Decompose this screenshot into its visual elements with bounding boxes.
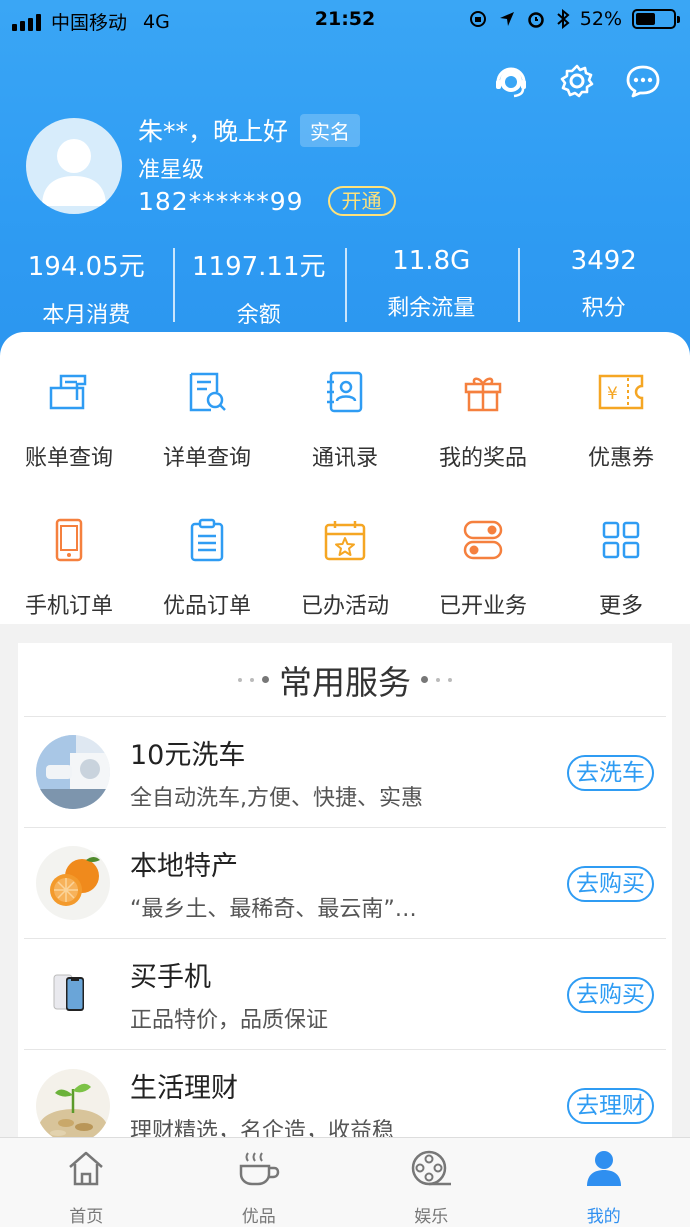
grid-item-label: 详单查询 (162, 446, 251, 471)
coffee-cup-icon (239, 1152, 280, 1186)
service-row-local-specialty[interactable]: 本地特产 “最乡土、最稀奇、最云南”… 去购买 (24, 828, 666, 939)
phone-order-icon (55, 518, 83, 562)
status-bar: 中国移动 4G 21:52 52% (0, 0, 690, 40)
tab-label: 优品 (241, 1207, 276, 1227)
grid-item-phone-orders[interactable]: 手机订单 (0, 516, 138, 664)
bottom-tab-bar: 首页 优品 娱乐 我的 (0, 1137, 690, 1227)
battery-percent: 52% (579, 8, 622, 30)
service-title: 本地特产 (130, 850, 238, 882)
grid-item-bill-query[interactable]: 账单查询 (0, 368, 138, 516)
service-desc: 正品特价，品质保证 (130, 1007, 329, 1033)
tab-label: 娱乐 (414, 1207, 449, 1227)
svg-text:¥: ¥ (607, 384, 618, 404)
grid-item-label: 通讯录 (311, 446, 378, 471)
message-bubble-icon[interactable] (624, 62, 662, 100)
stat-points[interactable]: 3492 积分 (517, 244, 690, 324)
grid-item-contacts[interactable]: 通讯录 (276, 368, 414, 516)
rotation-lock-icon (469, 11, 486, 27)
go-buy-specialty-button[interactable]: 去购买 (567, 866, 654, 902)
toggle-icon (463, 520, 503, 560)
grid-item-label: 优品订单 (162, 594, 251, 619)
go-car-wash-button[interactable]: 去洗车 (567, 755, 654, 791)
grid-item-label: 已办活动 (300, 594, 389, 619)
grid-more-icon (602, 521, 640, 559)
bill-icon (49, 374, 87, 410)
stat-monthly-spend[interactable]: 194.05元本月消费 (0, 244, 173, 328)
service-title: 10元洗车 (130, 739, 246, 771)
function-panel: 账单查询 详单查询 通讯录 我的奖品 ¥ 优惠券 手机订单 优品订单 已办活动 … (0, 332, 690, 624)
gift-icon (464, 377, 502, 412)
stat-label: 剩余流量 (387, 296, 476, 321)
real-name-badge: 实名 (300, 113, 361, 147)
user-level: 准星级 (138, 158, 205, 183)
service-title: 生活理财 (130, 1073, 238, 1104)
stat-value: 194.05元 (27, 252, 145, 282)
user-icon (586, 1151, 621, 1186)
service-desc: 全自动洗车,方便、快捷、实惠 (130, 785, 423, 811)
service-row-buy-phone[interactable]: 买手机 正品特价，品质保证 去购买 (24, 939, 666, 1050)
battery-icon (632, 9, 680, 29)
grid-item-label: 优惠券 (587, 446, 654, 471)
stat-remaining-data[interactable]: 11.8G 剩余流量 (345, 244, 518, 324)
tab-goods[interactable]: 优品 (173, 1138, 346, 1227)
avatar[interactable] (26, 118, 122, 214)
clipboard-icon (190, 518, 224, 562)
stat-value: 3492 (570, 246, 637, 276)
common-services-card: 常用服务 10元洗车 全自动洗车,方便、快捷、实惠 去洗车 本地特产 “最乡土、… (18, 643, 672, 1144)
tab-entertainment[interactable]: 娱乐 (345, 1138, 518, 1227)
service-title: 买手机 (130, 961, 211, 993)
services-title: 常用服务 (279, 662, 411, 702)
grid-item-label: 已开业务 (438, 594, 527, 619)
stat-value: 11.8G (392, 246, 471, 276)
car-wash-thumbnail (36, 735, 110, 809)
go-buy-phone-button[interactable]: 去购买 (567, 977, 654, 1013)
film-reel-icon (412, 1150, 452, 1186)
user-phone: 182******99 (138, 186, 304, 216)
service-desc: “最乡土、最稀奇、最云南”… (130, 896, 417, 922)
title-dots-right (421, 676, 452, 683)
home-icon (69, 1151, 104, 1186)
customer-service-icon[interactable] (492, 62, 530, 100)
contacts-icon (327, 371, 363, 413)
grid-item-label: 手机订单 (24, 594, 113, 619)
grid-item-label: 账单查询 (24, 446, 113, 471)
stat-label: 积分 (581, 296, 626, 321)
stat-value: 1197.11元 (191, 252, 326, 282)
grid-item-detail-query[interactable]: 详单查询 (138, 368, 276, 516)
grid-item-joined-activities[interactable]: 已办活动 (276, 516, 414, 664)
stat-balance[interactable]: 1197.11元余额 (172, 244, 346, 328)
grid-item-label: 我的奖品 (438, 446, 527, 471)
phone-thumbnail (36, 957, 110, 1031)
tab-mine[interactable]: 我的 (518, 1138, 690, 1227)
tab-label: 首页 (69, 1207, 104, 1227)
coupon-icon: ¥ (598, 374, 644, 410)
user-greeting: 朱**，晚上好 (138, 117, 289, 146)
alarm-icon (528, 12, 544, 28)
tab-label: 我的 (586, 1207, 621, 1227)
oranges-thumbnail (36, 846, 110, 920)
settings-gear-icon[interactable] (558, 62, 596, 100)
bluetooth-icon (557, 9, 570, 29)
location-icon (499, 12, 514, 26)
tab-home[interactable]: 首页 (0, 1138, 173, 1227)
go-finance-button[interactable]: 去理财 (567, 1088, 654, 1124)
grid-item-more[interactable]: 更多 (552, 516, 690, 664)
account-stats: 194.05元本月消费 1197.11元余额 11.8G 剩余流量 3492 积分 (0, 244, 690, 328)
open-button[interactable]: 开通 (327, 186, 396, 216)
service-row-car-wash[interactable]: 10元洗车 全自动洗车,方便、快捷、实惠 去洗车 (24, 717, 666, 828)
calendar-star-icon (324, 521, 366, 561)
grid-item-label: 更多 (598, 594, 643, 619)
grid-item-goods-orders[interactable]: 优品订单 (138, 516, 276, 664)
grid-item-coupons[interactable]: ¥ 优惠券 (552, 368, 690, 516)
sprout-coins-thumbnail (36, 1068, 110, 1143)
stat-label: 本月消费 (42, 303, 131, 328)
stat-label: 余额 (236, 303, 281, 328)
detail-search-icon (189, 372, 226, 412)
title-dots-left (238, 676, 269, 683)
grid-item-active-services[interactable]: 已开业务 (414, 516, 552, 664)
grid-item-my-prizes[interactable]: 我的奖品 (414, 368, 552, 516)
